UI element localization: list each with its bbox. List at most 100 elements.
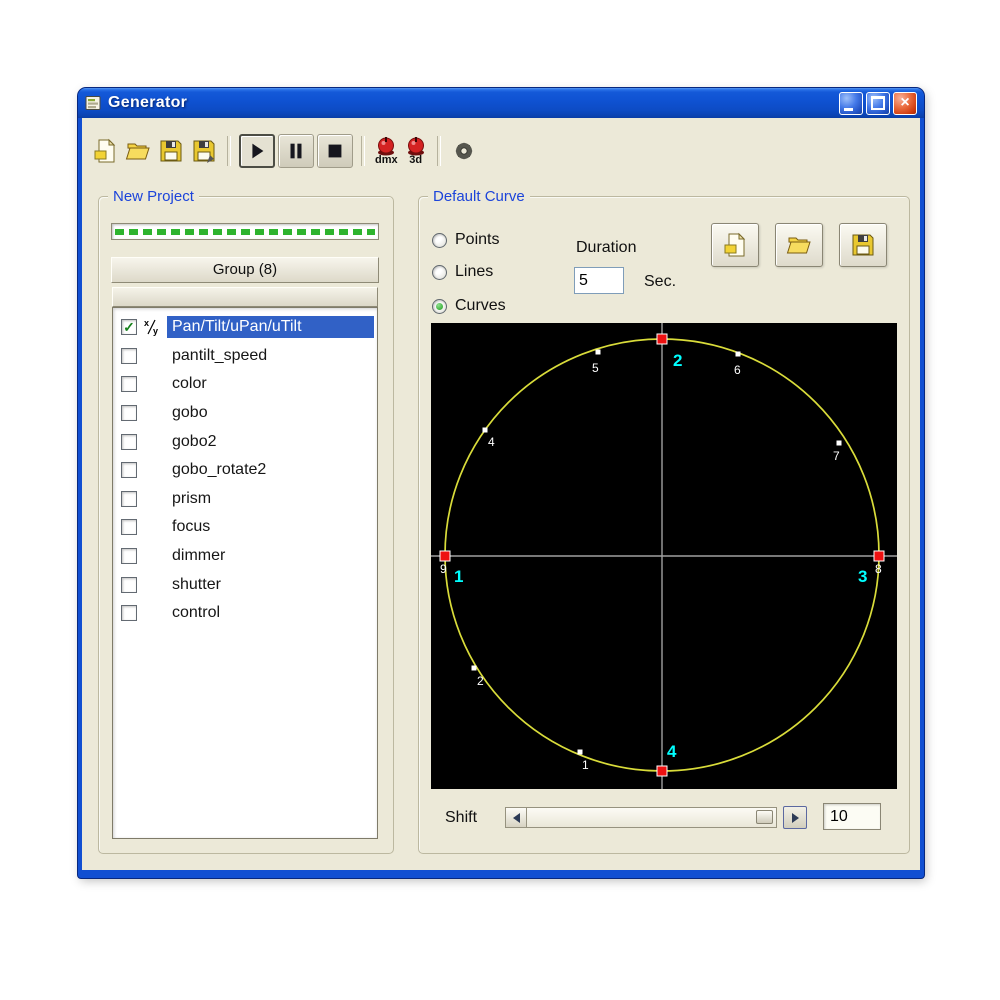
close-button[interactable]: ×	[893, 92, 917, 115]
minimize-button[interactable]	[839, 92, 863, 115]
list-item-label: gobo2	[167, 431, 222, 453]
svg-text:5: 5	[592, 361, 599, 375]
checkbox-checked[interactable]: ✓	[121, 319, 137, 335]
list-item[interactable]: shutter	[113, 570, 377, 599]
save-curve-button[interactable]	[839, 223, 887, 267]
list-item-label: shutter	[167, 574, 226, 596]
save-project-as-button[interactable]	[189, 136, 219, 166]
pan-tilt-xy-icon: xy	[143, 318, 161, 336]
scroll-track[interactable]	[527, 808, 776, 827]
new-project-button[interactable]	[90, 136, 120, 166]
radio-label: Lines	[455, 263, 493, 281]
window-body: dmx3d New Project Group (8) ✓xyPan/Tilt/…	[82, 118, 920, 870]
icon-slot	[143, 461, 161, 479]
scroll-right-button[interactable]	[783, 806, 807, 829]
checkbox[interactable]	[121, 405, 137, 421]
pause-button[interactable]	[278, 134, 314, 168]
checkbox[interactable]	[121, 348, 137, 364]
list-item[interactable]: gobo2	[113, 427, 377, 456]
checkbox[interactable]	[121, 434, 137, 450]
caption-buttons: ×	[839, 92, 917, 115]
knob-icon	[375, 136, 397, 156]
svg-text:3: 3	[858, 567, 867, 586]
icon-slot	[143, 347, 161, 365]
3d-view-button[interactable]: 3d	[403, 136, 429, 166]
arrow-right-icon	[792, 813, 799, 823]
save-project-button[interactable]	[156, 136, 186, 166]
3d-view-label: 3d	[409, 155, 422, 166]
new-curve-button[interactable]	[711, 223, 759, 267]
svg-text:x: x	[144, 318, 149, 328]
titlebar[interactable]: Generator ×	[78, 88, 924, 118]
play-button[interactable]	[239, 134, 275, 168]
open-icon	[786, 232, 812, 258]
scroll-left-button[interactable]	[506, 808, 527, 827]
fixture-list: ✓xyPan/Tilt/uPan/uTiltpantilt_speedcolor…	[112, 307, 378, 839]
curve-canvas[interactable]: 564721291834	[431, 323, 897, 789]
list-item[interactable]: ✓xyPan/Tilt/uPan/uTilt	[113, 313, 377, 342]
list-item-label: prism	[167, 488, 216, 510]
app-icon	[85, 95, 102, 112]
icon-slot	[143, 433, 161, 451]
checkbox[interactable]	[121, 605, 137, 621]
progress-dashes	[115, 229, 375, 235]
list-item-label: gobo_rotate2	[167, 459, 271, 481]
arrow-left-icon	[513, 813, 520, 823]
checkbox[interactable]	[121, 577, 137, 593]
new-project-label: New Project	[108, 188, 199, 205]
svg-text:7: 7	[833, 449, 840, 463]
radio-curves[interactable]: Curves	[432, 297, 506, 315]
default-curve-label: Default Curve	[428, 188, 530, 205]
save-icon	[850, 232, 876, 258]
icon-slot	[143, 404, 161, 422]
svg-text:2: 2	[673, 351, 682, 370]
duration-input[interactable]	[574, 267, 624, 294]
svg-text:6: 6	[734, 363, 741, 377]
list-item[interactable]: prism	[113, 485, 377, 514]
list-item[interactable]: focus	[113, 513, 377, 542]
list-item[interactable]: dimmer	[113, 542, 377, 571]
list-item[interactable]: control	[113, 599, 377, 628]
new-icon	[722, 232, 748, 258]
radio-button-icon[interactable]	[432, 233, 447, 248]
list-item[interactable]: pantilt_speed	[113, 342, 377, 371]
maximize-button[interactable]	[866, 92, 890, 115]
scroll-thumb[interactable]	[756, 810, 773, 824]
stop-button[interactable]	[317, 134, 353, 168]
list-item-label: dimmer	[167, 545, 230, 567]
checkbox[interactable]	[121, 548, 137, 564]
open-curve-button[interactable]	[775, 223, 823, 267]
settings-button[interactable]	[449, 136, 479, 166]
project-progressbar	[111, 223, 379, 240]
radio-button-icon[interactable]	[432, 265, 447, 280]
group-button[interactable]: Group (8)	[111, 257, 379, 283]
duration-unit-label: Sec.	[644, 273, 676, 291]
dmx-output-button[interactable]: dmx	[373, 136, 400, 166]
stop-icon	[324, 140, 346, 162]
gear-icon	[451, 138, 477, 164]
open-project-button[interactable]	[123, 136, 153, 166]
list-item[interactable]: gobo_rotate2	[113, 456, 377, 485]
list-item[interactable]: gobo	[113, 399, 377, 428]
checkbox[interactable]	[121, 519, 137, 535]
list-item-label: focus	[167, 516, 215, 538]
toolbar-separator	[227, 136, 231, 166]
toolbar-separator	[437, 136, 441, 166]
window-title: Generator	[108, 94, 187, 112]
duration-label: Duration	[576, 239, 636, 257]
shift-scrollbar[interactable]	[505, 807, 777, 828]
checkbox[interactable]	[121, 491, 137, 507]
toolbar-separator	[361, 136, 365, 166]
list-header[interactable]	[112, 287, 378, 307]
shift-value-input[interactable]	[823, 803, 881, 830]
maximize-icon	[871, 96, 885, 110]
new-project-group: New Project Group (8) ✓xyPan/Tilt/uPan/u…	[98, 196, 394, 854]
main-toolbar: dmx 3d	[82, 118, 920, 174]
radio-points[interactable]: Points	[432, 231, 499, 249]
radio-lines[interactable]: Lines	[432, 263, 493, 281]
list-item[interactable]: color	[113, 370, 377, 399]
checkbox[interactable]	[121, 376, 137, 392]
svg-text:4: 4	[667, 742, 677, 761]
radio-button-icon[interactable]	[432, 299, 447, 314]
checkbox[interactable]	[121, 462, 137, 478]
